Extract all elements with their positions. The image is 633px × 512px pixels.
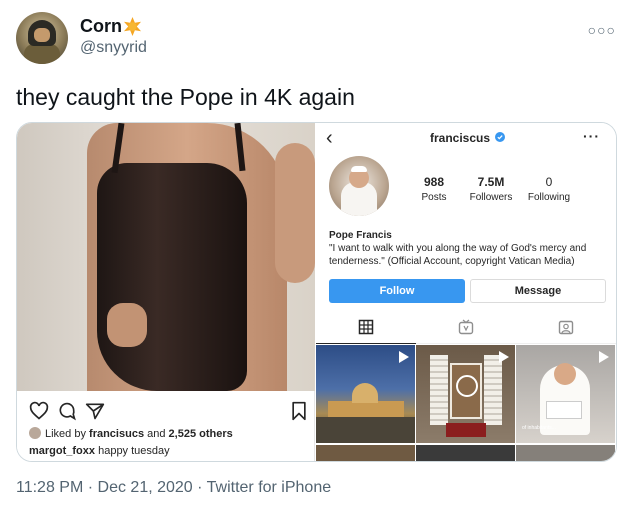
stat-followers: 7.5M Followers [469,175,513,203]
share-icon [85,403,105,420]
tweet-media[interactable]: Liked by francisucs and 2,525 others mar… [16,122,617,462]
display-name[interactable]: Corn [80,16,122,37]
avatar[interactable] [16,12,68,64]
post-actions [29,401,306,421]
instagram-profile-screenshot: ‹ franciscus ··· 988 Posts 7.5M Follower… [316,123,616,461]
grid-post-window [416,345,515,443]
grid-post [316,445,415,461]
grid-tab-icon [358,319,374,335]
grid-post [416,445,515,461]
sun-badge-icon [123,17,142,36]
likes-row: Liked by francisucs and 2,525 others [29,427,233,440]
verified-icon [495,132,505,142]
grid-post [516,445,615,461]
video-play-icon [399,351,409,363]
tweet-timestamp[interactable]: 11:28 PM · Dec 21, 2020 · Twitter for iP… [16,479,331,497]
profile-username: franciscus [430,131,491,145]
post-photo [17,123,315,391]
tagged-tab-icon [558,320,574,335]
bookmark-icon [292,401,306,421]
comment-icon [59,402,76,421]
stat-following: 0 Following [527,175,571,203]
video-play-icon [599,351,609,363]
instagram-post-screenshot: Liked by francisucs and 2,525 others mar… [17,123,315,461]
more-options-icon[interactable]: ○○○ [588,22,616,38]
liker-avatar [29,427,41,439]
tweet-text: they caught the Pope in 4K again [16,84,355,110]
caption-row: margot_foxx happy tuesday [29,445,170,457]
back-chevron-icon: ‹ [326,127,333,149]
message-button: Message [470,279,606,303]
post-grid: of inhabitants... [316,345,616,461]
tweet-header: Corn @snyyrid ○○○ [16,12,616,64]
more-dots-icon: ··· [583,128,600,144]
follow-button: Follow [329,279,465,303]
caption-text: happy tuesday [95,445,170,457]
active-tab-indicator [316,343,416,344]
user-handle[interactable]: @snyyrid [80,39,147,57]
video-subtitle: of inhabitants... [522,425,556,431]
grid-post-pope-reading: of inhabitants... [516,345,615,443]
profile-picture [329,156,389,216]
heart-icon [29,401,49,420]
profile-tabs [316,317,616,341]
grid-post-basilica [316,345,415,443]
igtv-tab-icon [458,319,474,335]
bio-name: Pope Francis [329,230,392,241]
bio-text: "I want to walk with you along the way o… [329,243,587,267]
caption-user: margot_foxx [29,445,96,457]
video-play-icon [499,351,509,363]
stat-posts: 988 Posts [421,175,447,203]
